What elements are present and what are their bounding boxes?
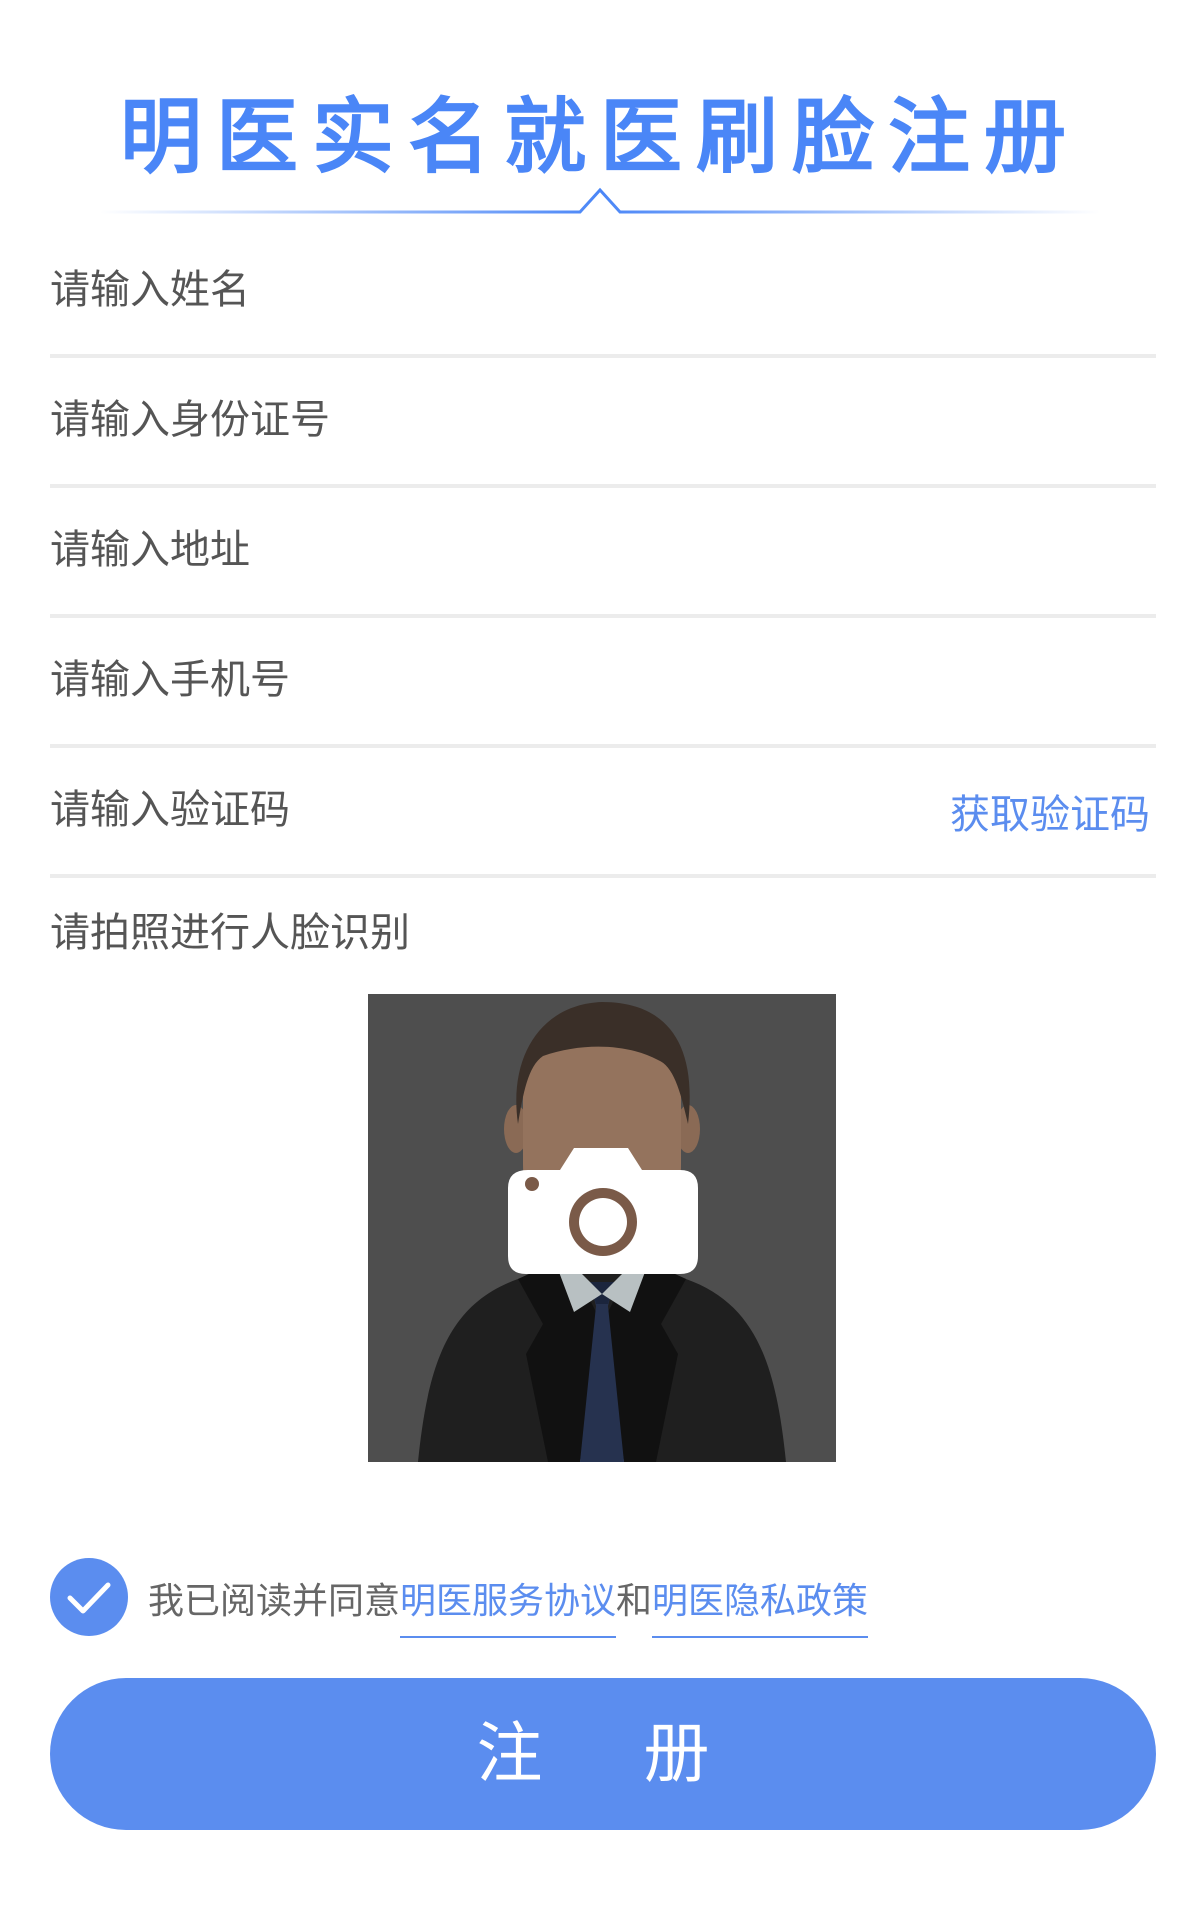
- privacy-policy-link[interactable]: 明医隐私政策: [652, 1581, 869, 1638]
- address-input[interactable]: [50, 486, 1156, 614]
- address-field: [50, 486, 1156, 618]
- service-agreement-link[interactable]: 明医服务协议: [400, 1581, 617, 1638]
- get-code-button[interactable]: 获取验证码: [950, 782, 1150, 840]
- agreement-prefix: 我已阅读并同意: [148, 1581, 401, 1622]
- id-number-field: [50, 356, 1156, 488]
- id-number-input[interactable]: [50, 356, 1156, 484]
- title-underline-decoration: [100, 187, 1100, 214]
- verification-code-field: 获取验证码: [50, 746, 1156, 878]
- verification-code-input[interactable]: [50, 746, 850, 874]
- agreement-checkbox[interactable]: [50, 1558, 128, 1636]
- phone-input[interactable]: [50, 616, 1156, 744]
- face-recognition-label: 请拍照进行人脸识别: [50, 910, 410, 956]
- checkmark-icon: [67, 1582, 111, 1614]
- face-photo-capture[interactable]: [368, 994, 836, 1462]
- name-field: [50, 226, 1156, 358]
- name-input[interactable]: [50, 226, 1156, 354]
- register-button[interactable]: 注 册: [50, 1678, 1156, 1830]
- page-title: 明医实名就医刷脸注册: [119, 90, 1080, 185]
- person-silhouette-icon: [368, 994, 836, 1462]
- agreement-text: 我已阅读并同意明医服务协议和明医隐私政策: [148, 1572, 869, 1638]
- agreement-conjunction: 和: [616, 1581, 653, 1622]
- phone-field: [50, 616, 1156, 748]
- register-page: 明医实名就医刷脸注册 获取验证码 请拍照进行人脸识别: [0, 0, 1200, 1920]
